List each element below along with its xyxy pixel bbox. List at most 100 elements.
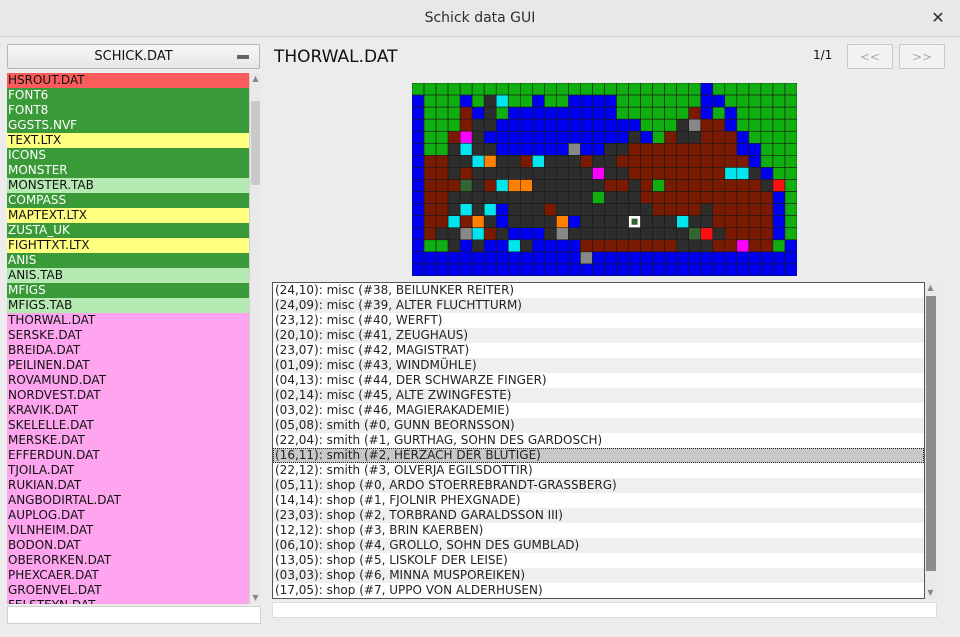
map-tile[interactable] <box>435 239 449 253</box>
map-tile[interactable] <box>592 155 605 168</box>
map-tile[interactable] <box>556 83 569 96</box>
map-tile[interactable] <box>736 155 750 168</box>
map-tile[interactable] <box>784 191 797 204</box>
map-tile[interactable] <box>507 191 521 204</box>
map-tile[interactable] <box>459 239 473 253</box>
map-tile[interactable] <box>748 130 762 144</box>
map-tile[interactable] <box>412 239 425 253</box>
map-tile[interactable] <box>483 155 497 168</box>
map-tile[interactable] <box>592 94 605 108</box>
file-list-item[interactable]: VILNHEIM.DAT <box>7 523 249 538</box>
file-list-item[interactable]: ANIS <box>7 253 249 268</box>
map-tile[interactable] <box>604 215 617 229</box>
map-tile[interactable] <box>724 143 738 156</box>
map-tile[interactable] <box>532 118 545 132</box>
map-tile[interactable] <box>435 94 449 108</box>
map-tile[interactable] <box>423 191 437 204</box>
map-tile[interactable] <box>495 251 509 265</box>
map-tile[interactable] <box>664 130 677 144</box>
map-tile[interactable] <box>748 215 762 229</box>
file-list-item[interactable]: GGSTS.NVF <box>7 118 249 133</box>
map-tile[interactable] <box>483 106 497 120</box>
map-tile[interactable] <box>592 130 605 144</box>
map-tile[interactable] <box>676 94 690 108</box>
map-tile[interactable] <box>483 191 497 204</box>
entry-list-item[interactable]: (14,14): shop (#1, FJOLNIR PHEXGNADE) <box>273 493 924 508</box>
map-tile[interactable] <box>760 155 774 168</box>
map-tile[interactable] <box>568 251 581 265</box>
map-tile[interactable] <box>688 167 702 180</box>
map-tile[interactable] <box>640 191 653 204</box>
map-tile[interactable] <box>568 94 581 108</box>
map-tile[interactable] <box>568 191 581 204</box>
map-tile[interactable] <box>495 263 509 276</box>
map-tile[interactable] <box>412 106 425 120</box>
map-tile[interactable] <box>652 143 665 156</box>
file-list-item[interactable]: MFIGS.TAB <box>7 298 249 313</box>
map-tile[interactable] <box>784 83 797 96</box>
map-tile[interactable] <box>568 227 581 241</box>
map-tile[interactable] <box>544 130 557 144</box>
file-list-item[interactable]: FONT8 <box>7 103 249 118</box>
map-tile[interactable] <box>423 179 437 192</box>
map-tile[interactable] <box>748 155 762 168</box>
map-tile[interactable] <box>772 179 786 192</box>
map-tile[interactable] <box>700 239 714 253</box>
map-tile[interactable] <box>580 191 593 204</box>
map-tile[interactable] <box>592 251 605 265</box>
map-tile[interactable] <box>784 239 797 253</box>
map-tile[interactable] <box>736 227 750 241</box>
map-tile[interactable] <box>724 203 738 216</box>
detail-input[interactable] <box>272 602 937 618</box>
map-tile[interactable] <box>748 191 762 204</box>
map-tile[interactable] <box>435 106 449 120</box>
map-tile[interactable] <box>676 106 690 120</box>
map-tile[interactable] <box>435 179 449 192</box>
map-tile[interactable] <box>724 239 738 253</box>
map-tile[interactable] <box>412 130 425 144</box>
map-tile[interactable] <box>676 191 690 204</box>
map-tile[interactable] <box>423 143 437 156</box>
map-tile[interactable] <box>495 155 509 168</box>
map-tile[interactable] <box>556 106 569 120</box>
map-tile[interactable] <box>688 227 702 241</box>
map-tile[interactable] <box>495 179 509 192</box>
map-tile[interactable] <box>724 167 738 180</box>
map-tile[interactable] <box>544 83 557 96</box>
file-list-item[interactable]: ZUSTA_UK <box>7 223 249 238</box>
map-tile[interactable] <box>736 167 750 180</box>
map-tile[interactable] <box>556 94 569 108</box>
map-tile[interactable] <box>616 155 629 168</box>
map-tile[interactable] <box>688 251 702 265</box>
map-tile[interactable] <box>652 203 665 216</box>
file-list-item[interactable]: MONSTER.TAB <box>7 178 249 193</box>
file-list-item[interactable]: SKELELLE.DAT <box>7 418 249 433</box>
entry-list-item[interactable]: (22,12): smith (#3, OLVERJA EGILSDOTTIR) <box>273 463 924 478</box>
map-tile[interactable] <box>604 239 617 253</box>
map-tile[interactable] <box>628 155 641 168</box>
map-tile[interactable] <box>676 130 690 144</box>
map-tile[interactable] <box>519 251 533 265</box>
map-tile[interactable] <box>664 94 677 108</box>
map-tile[interactable] <box>580 94 593 108</box>
map-tile[interactable] <box>568 239 581 253</box>
map-tile[interactable] <box>447 251 461 265</box>
map-tile[interactable] <box>664 227 677 241</box>
map-tile[interactable] <box>471 118 485 132</box>
entry-list-item[interactable]: (22,04): smith (#1, GURTHAG, SOHN DES GA… <box>273 433 924 448</box>
map-tile[interactable] <box>459 94 473 108</box>
map-tile[interactable] <box>519 203 533 216</box>
map-tile[interactable] <box>447 227 461 241</box>
map-tile[interactable] <box>459 106 473 120</box>
map-tile[interactable] <box>664 179 677 192</box>
map-tile[interactable] <box>507 83 521 96</box>
map-tile[interactable] <box>760 179 774 192</box>
map-tile[interactable] <box>483 179 497 192</box>
map-tile[interactable] <box>604 155 617 168</box>
map-tile[interactable] <box>471 143 485 156</box>
map-tile[interactable] <box>568 263 581 276</box>
map-tile[interactable] <box>423 215 437 229</box>
map-tile[interactable] <box>544 263 557 276</box>
map-tile[interactable] <box>628 130 641 144</box>
map-tile[interactable] <box>652 94 665 108</box>
